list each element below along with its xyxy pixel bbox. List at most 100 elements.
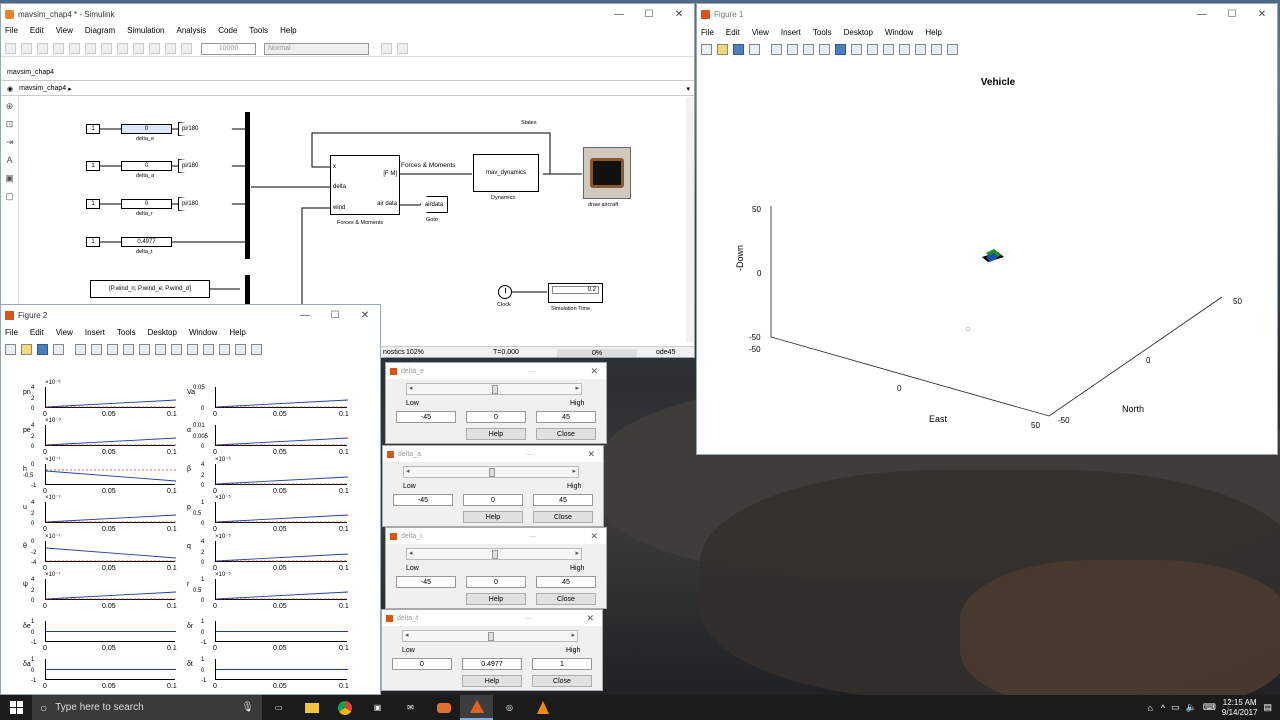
open-file-icon[interactable] (21, 343, 32, 355)
help-button[interactable]: Help (466, 428, 526, 440)
pause-icon[interactable] (133, 43, 144, 54)
task-view-icon[interactable]: ▭ (262, 695, 295, 720)
clock-area[interactable]: 12:15 AM 9/14/2017 (1222, 698, 1258, 718)
close-icon[interactable]: ✕ (590, 366, 598, 377)
menu-file[interactable]: File (701, 28, 714, 37)
menu-file[interactable]: File (5, 26, 18, 35)
subplot-axes[interactable] (215, 425, 348, 446)
subplot-axes[interactable] (45, 502, 176, 523)
slider-thumb[interactable] (492, 550, 498, 559)
subplot-axes[interactable] (215, 579, 348, 600)
zoom-in-icon[interactable] (787, 43, 798, 55)
breadcrumb-dropdown-icon[interactable]: ▾ (686, 85, 690, 93)
high-value-field[interactable]: 45 (533, 494, 593, 506)
grid-icon[interactable] (397, 43, 408, 54)
status-diagnostics[interactable]: nostics (383, 349, 405, 356)
back-icon[interactable] (37, 43, 48, 54)
wind-constant-block[interactable]: [P.wind_n; P.wind_e; P.wind_d] (90, 280, 210, 298)
slider-block-e[interactable]: 0 (121, 124, 172, 134)
pointer-icon[interactable] (75, 343, 86, 355)
new-figure-icon[interactable] (701, 43, 712, 55)
library-icon[interactable] (85, 43, 96, 54)
menu-edit[interactable]: Edit (30, 26, 44, 35)
menu-window[interactable]: Window (885, 28, 913, 37)
zoom-out-icon[interactable] (803, 43, 814, 55)
menu-edit[interactable]: Edit (726, 28, 740, 37)
volume-icon[interactable]: 🔈 (1186, 702, 1197, 713)
slider-block-t[interactable]: 0.4977 (121, 237, 172, 247)
zoom-out-icon[interactable] (107, 343, 118, 355)
mail-icon[interactable]: ✉ (394, 695, 427, 720)
show-plot-tools-icon[interactable] (947, 43, 958, 55)
close-button[interactable]: ✕ (350, 305, 380, 325)
save-icon[interactable] (733, 43, 744, 55)
slider-block-a[interactable]: 0 (121, 161, 172, 171)
vehicle-axes[interactable]: Vehicle -Down 50 0 -50 East -50 0 50 Nor… (698, 59, 1277, 454)
pan-icon[interactable] (819, 43, 830, 55)
state-subplots[interactable]: pn ×10⁻³ 4 2 0 0 0.05 0.1 pe ×10⁻⁹ 4 2 0 0 0.05 0.1 h ×10… (1, 363, 380, 694)
constant-block-2[interactable]: 1 (86, 161, 100, 171)
minimize-icon[interactable]: — (529, 368, 536, 375)
minimize-button[interactable]: — (604, 4, 634, 24)
slider-left-arrow-icon[interactable]: ◂ (409, 384, 413, 392)
colorbar-icon[interactable] (899, 43, 910, 55)
brush-icon[interactable] (867, 43, 878, 55)
windows-start-icon[interactable] (0, 695, 32, 720)
menu-window[interactable]: Window (189, 328, 217, 337)
slider-track[interactable]: ◂ ▸ (403, 466, 579, 478)
menu-view[interactable]: View (752, 28, 769, 37)
file-explorer-icon[interactable] (295, 695, 328, 720)
stop-time-field[interactable]: 10000 (201, 42, 256, 55)
fit-icon[interactable]: ⊡ (1, 115, 18, 133)
legend-icon[interactable] (219, 343, 230, 355)
keyboard-icon[interactable]: ⌨ (1203, 702, 1216, 713)
menu-tools[interactable]: Tools (813, 28, 832, 37)
store-icon[interactable]: ▣ (361, 695, 394, 720)
menu-view[interactable]: View (56, 328, 73, 337)
high-value-field[interactable]: 1 (532, 658, 592, 670)
matlab-taskbar-icon[interactable] (460, 695, 493, 720)
check-icon[interactable] (381, 43, 392, 54)
pointer-icon[interactable] (771, 43, 782, 55)
link-icon[interactable] (187, 343, 198, 355)
slider-right-arrow-icon[interactable]: ▸ (575, 549, 579, 557)
maximize-button[interactable]: ☐ (320, 305, 350, 325)
colorbar-icon[interactable] (203, 343, 214, 355)
menu-tools[interactable]: Tools (117, 328, 136, 337)
image-icon[interactable]: ▣ (1, 169, 18, 187)
current-value-field[interactable]: 0.4977 (462, 658, 522, 670)
notification-icon[interactable]: ▤ (1263, 702, 1272, 713)
canvas-scrollbar[interactable] (686, 97, 694, 342)
save-icon[interactable] (21, 43, 32, 54)
menu-insert[interactable]: Insert (85, 328, 105, 337)
close-icon[interactable]: ✕ (586, 613, 594, 624)
step-back-icon[interactable] (117, 43, 128, 54)
pan-icon[interactable] (123, 343, 134, 355)
low-value-field[interactable]: -45 (396, 411, 456, 423)
network-icon[interactable]: ▭ (1171, 702, 1180, 713)
subplot-axes[interactable] (45, 464, 176, 485)
subplot-axes[interactable] (45, 659, 176, 680)
high-value-field[interactable]: 45 (536, 576, 596, 588)
step-forward-icon[interactable] (149, 43, 160, 54)
maximize-button[interactable]: ☐ (1217, 4, 1247, 24)
print-icon[interactable] (53, 343, 64, 355)
menu-help[interactable]: Help (229, 328, 245, 337)
constant-block-3[interactable]: 1 (86, 199, 100, 209)
people-icon[interactable]: ⌂ (1147, 703, 1152, 713)
current-value-field[interactable]: 0 (466, 411, 526, 423)
close-button[interactable]: ✕ (664, 4, 694, 24)
arrow-icon[interactable]: ⇥ (1, 133, 18, 151)
low-value-field[interactable]: 0 (392, 658, 452, 670)
current-value-field[interactable]: 0 (463, 494, 523, 506)
maximize-button[interactable]: ☐ (634, 4, 664, 24)
stop-icon[interactable] (165, 43, 176, 54)
low-value-field[interactable]: -45 (396, 576, 456, 588)
hide-icon[interactable]: ◉ (7, 85, 13, 93)
subplot-axes[interactable] (45, 541, 176, 562)
settings-icon[interactable] (101, 43, 112, 54)
slider-thumb[interactable] (492, 385, 498, 394)
subplot-axes[interactable] (45, 387, 176, 408)
open-file-icon[interactable] (717, 43, 728, 55)
microphone-icon[interactable]: 🎙 (241, 702, 254, 713)
